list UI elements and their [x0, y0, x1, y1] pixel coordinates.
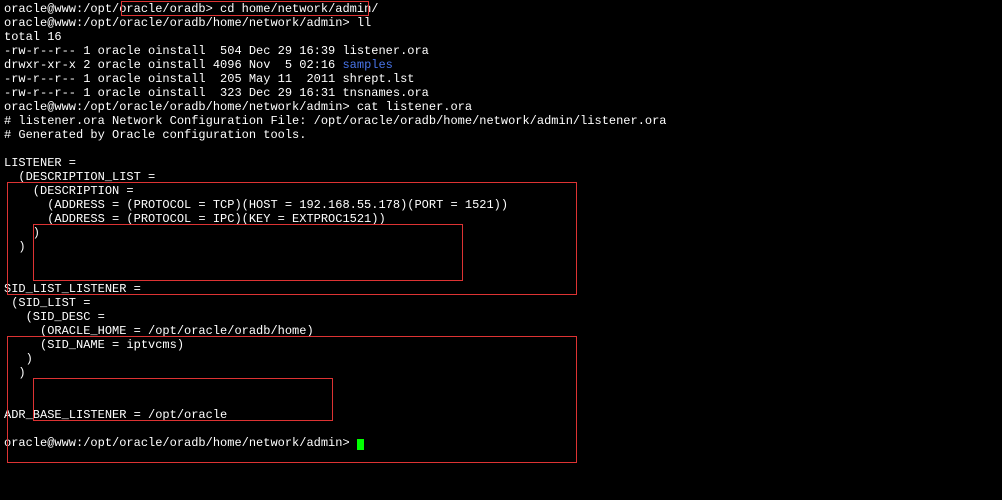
terminal-line: (DESCRIPTION_LIST =: [4, 170, 998, 184]
terminal-line: oracle@www:/opt/oracle/oradb/home/networ…: [4, 100, 998, 114]
cursor-icon: [357, 439, 364, 450]
shell-prompt: oracle@www:/opt/oracle/oradb>: [4, 2, 220, 16]
terminal-line: [4, 422, 998, 436]
terminal-line[interactable]: oracle@www:/opt/oracle/oradb/home/networ…: [4, 436, 998, 450]
shell-prompt: oracle@www:/opt/oracle/oradb/home/networ…: [4, 436, 357, 450]
terminal-line: (SID_NAME = iptvcms): [4, 338, 998, 352]
terminal-line: (SID_DESC =: [4, 310, 998, 324]
terminal-line: -rw-r--r-- 1 oracle oinstall 504 Dec 29 …: [4, 44, 998, 58]
terminal-line: [4, 380, 998, 394]
terminal-line: LISTENER =: [4, 156, 998, 170]
command-text: cat listener.ora: [357, 100, 472, 114]
terminal-line: drwxr-xr-x 2 oracle oinstall 4096 Nov 5 …: [4, 58, 998, 72]
terminal-line: SID_LIST_LISTENER =: [4, 282, 998, 296]
terminal-line: -rw-r--r-- 1 oracle oinstall 323 Dec 29 …: [4, 86, 998, 100]
terminal-line: [4, 394, 998, 408]
terminal-line: ): [4, 366, 998, 380]
terminal-line: oracle@www:/opt/oracle/oradb> cd home/ne…: [4, 2, 998, 16]
terminal-line: (DESCRIPTION =: [4, 184, 998, 198]
terminal-line: ): [4, 240, 998, 254]
command-text: ll: [357, 16, 371, 30]
terminal-line: (ADDRESS = (PROTOCOL = IPC)(KEY = EXTPRO…: [4, 212, 998, 226]
terminal-line: [4, 254, 998, 268]
command-text: cd home/network/admin/: [220, 2, 378, 16]
terminal-line: ADR_BASE_LISTENER = /opt/oracle: [4, 408, 998, 422]
shell-prompt: oracle@www:/opt/oracle/oradb/home/networ…: [4, 16, 357, 30]
terminal-line: oracle@www:/opt/oracle/oradb/home/networ…: [4, 16, 998, 30]
terminal-line: [4, 268, 998, 282]
terminal-line: total 16: [4, 30, 998, 44]
terminal-line: ): [4, 352, 998, 366]
terminal-line: (ADDRESS = (PROTOCOL = TCP)(HOST = 192.1…: [4, 198, 998, 212]
terminal-line: ): [4, 226, 998, 240]
terminal-line: -rw-r--r-- 1 oracle oinstall 205 May 11 …: [4, 72, 998, 86]
terminal-line: (SID_LIST =: [4, 296, 998, 310]
shell-prompt: oracle@www:/opt/oracle/oradb/home/networ…: [4, 100, 357, 114]
terminal-line: (ORACLE_HOME = /opt/oracle/oradb/home): [4, 324, 998, 338]
terminal-line: [4, 142, 998, 156]
terminal-line: # listener.ora Network Configuration Fil…: [4, 114, 998, 128]
terminal-line: # Generated by Oracle configuration tool…: [4, 128, 998, 142]
directory-name: samples: [342, 58, 392, 72]
